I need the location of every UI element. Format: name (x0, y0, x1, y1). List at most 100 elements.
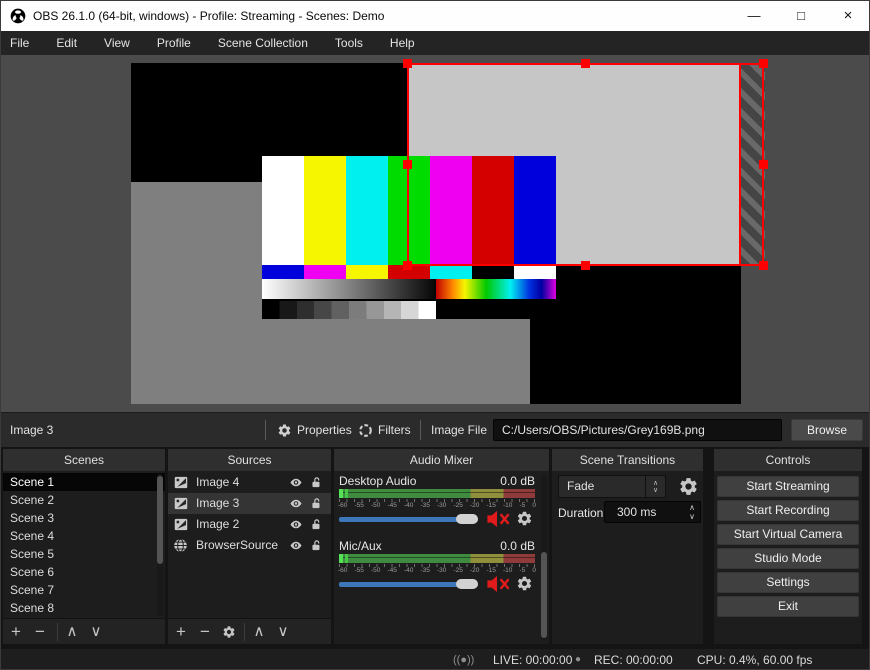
tick-label: -50 (371, 502, 381, 509)
channel-level: 0.0 dB (500, 474, 535, 488)
channel-gear-icon[interactable] (516, 510, 533, 527)
remove-scene-button[interactable]: − (31, 619, 49, 645)
browse-button[interactable]: Browse (791, 419, 863, 441)
audio-mixer-dock-title: Audio Mixer (334, 449, 549, 471)
duration-spinbox[interactable]: 300 ms ∧ ∨ (604, 501, 701, 523)
chevron-up-icon: ∧ (689, 503, 695, 512)
minimize-button[interactable]: — (737, 1, 771, 31)
tick-label: -20 (470, 567, 480, 574)
mute-speaker-icon[interactable] (484, 576, 514, 592)
scene-row[interactable]: Scene 2 (3, 491, 165, 509)
obs-logo-icon (10, 8, 26, 24)
selection-handle-mid-right[interactable] (759, 160, 768, 169)
settings-button[interactable]: Settings (717, 572, 859, 593)
scene-transitions-dock: Scene Transitions Fade ∧ ∨ Duration 300 … (552, 449, 703, 644)
live-timer: LIVE: 00:00:00 (493, 653, 573, 667)
browser-source-icon (173, 538, 188, 553)
duration-value: 300 ms (617, 505, 657, 519)
scene-row[interactable]: Scene 5 (3, 545, 165, 563)
scene-row[interactable]: Scene 8 (3, 599, 165, 617)
smpte-gray-gradient (262, 279, 436, 299)
menu-file[interactable]: File (10, 36, 29, 50)
preview-area[interactable] (1, 55, 869, 412)
eye-icon[interactable] (289, 476, 303, 489)
sources-dock: Sources Image 4 Image 3 Image 2 BrowserS… (168, 449, 331, 644)
selection-handle-bottom-center[interactable] (581, 261, 590, 270)
title-bar[interactable]: OBS 26.1.0 (64-bit, windows) - Profile: … (1, 1, 869, 31)
source-row[interactable]: Image 2 (168, 514, 331, 535)
volume-slider-handle[interactable] (456, 579, 478, 589)
rec-timer: REC: 00:00:00 (594, 653, 673, 667)
source-name: Image 4 (196, 475, 240, 489)
transition-select[interactable]: Fade ∧ ∨ (558, 475, 666, 498)
eye-icon[interactable] (289, 497, 303, 510)
selection-handle-bottom-left[interactable] (403, 261, 412, 270)
scene-row-selected[interactable]: Scene 1 (3, 473, 165, 491)
channel-level: 0.0 dB (500, 539, 535, 553)
start-streaming-button[interactable]: Start Streaming (717, 476, 859, 497)
combo-arrows[interactable]: ∧ ∨ (645, 476, 665, 497)
selection-handle-top-left[interactable] (403, 59, 412, 68)
mixer-scrollbar[interactable] (541, 474, 547, 641)
eye-icon[interactable] (289, 518, 303, 531)
channel-gear-icon[interactable] (516, 575, 533, 592)
menu-help[interactable]: Help (390, 36, 415, 50)
lock-open-icon[interactable] (310, 539, 323, 552)
move-scene-up-button[interactable]: ∧ (63, 619, 81, 645)
chevron-down-icon: ∨ (652, 486, 659, 494)
add-scene-button[interactable]: + (7, 619, 25, 645)
tick-label: -55 (354, 567, 364, 574)
mute-speaker-icon[interactable] (484, 511, 514, 527)
close-button[interactable]: × (831, 1, 865, 31)
remove-source-button[interactable]: − (196, 619, 214, 645)
move-source-down-button[interactable]: ∨ (274, 619, 292, 645)
start-recording-button[interactable]: Start Recording (717, 500, 859, 521)
scene-row[interactable]: Scene 4 (3, 527, 165, 545)
source-row[interactable]: BrowserSource (168, 535, 331, 556)
selection-handle-mid-left[interactable] (403, 160, 412, 169)
tick-label: -50 (371, 567, 381, 574)
scenes-scrollbar[interactable] (157, 474, 163, 616)
source-row[interactable]: Image 4 (168, 472, 331, 493)
move-source-up-button[interactable]: ∧ (250, 619, 268, 645)
source-row-selected[interactable]: Image 3 (168, 493, 331, 514)
add-source-button[interactable]: + (172, 619, 190, 645)
toolbar-separator (244, 623, 245, 641)
menu-scene-collection[interactable]: Scene Collection (218, 36, 308, 50)
scene-row[interactable]: Scene 6 (3, 563, 165, 581)
controls-dock: Controls Start Streaming Start Recording… (714, 449, 862, 644)
menu-view[interactable]: View (104, 36, 130, 50)
scene-row[interactable]: Scene 7 (3, 581, 165, 599)
exit-button[interactable]: Exit (717, 596, 859, 617)
image-source-icon (174, 497, 188, 510)
selection-handle-bottom-right[interactable] (759, 261, 768, 270)
channel-name: Desktop Audio (339, 474, 417, 488)
selection-handle-top-right[interactable] (759, 59, 768, 68)
studio-mode-button[interactable]: Studio Mode (717, 548, 859, 569)
maximize-button[interactable]: □ (784, 1, 818, 31)
lock-open-icon[interactable] (310, 476, 323, 489)
obs-main-window: OBS 26.1.0 (64-bit, windows) - Profile: … (0, 0, 870, 670)
spinner-arrows[interactable]: ∧ ∨ (684, 502, 700, 522)
filters-button[interactable]: Filters (358, 413, 411, 447)
scene-row[interactable]: Scene 3 (3, 509, 165, 527)
properties-label: Properties (297, 423, 352, 437)
menu-profile[interactable]: Profile (157, 36, 191, 50)
meter-scale: -60 -55 -50 -45 -40 -35 -30 -25 -20 -15 -10 -5 0 (338, 502, 536, 509)
selection-bounding-box[interactable] (407, 63, 764, 266)
lock-open-icon[interactable] (310, 497, 323, 510)
transition-gear-icon[interactable] (678, 476, 699, 497)
volume-slider-handle[interactable] (456, 514, 478, 524)
start-virtual-camera-button[interactable]: Start Virtual Camera (717, 524, 859, 545)
image-file-input[interactable] (493, 419, 782, 441)
eye-icon[interactable] (289, 539, 303, 552)
properties-button[interactable]: Properties (277, 413, 352, 447)
window-title: OBS 26.1.0 (64-bit, windows) - Profile: … (33, 9, 385, 23)
menu-edit[interactable]: Edit (56, 36, 77, 50)
lock-open-icon[interactable] (310, 518, 323, 531)
selection-handle-top-center[interactable] (581, 59, 590, 68)
broadcast-icon: ((●)) (453, 654, 475, 666)
move-scene-down-button[interactable]: ∨ (87, 619, 105, 645)
source-properties-button[interactable] (220, 619, 238, 645)
menu-tools[interactable]: Tools (335, 36, 363, 50)
